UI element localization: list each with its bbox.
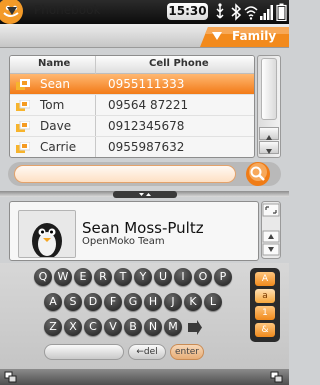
mode-symbols[interactable]: & (255, 323, 275, 337)
contact-cell-phone: 09564 87221 (108, 98, 189, 112)
enter-key[interactable]: enter (170, 344, 204, 360)
contact-list: Name Cell Phone Sean 0955111333 Tom 0956… (9, 55, 255, 158)
pane-resize-handle[interactable] (113, 190, 177, 199)
bluetooth-icon (231, 3, 242, 21)
key[interactable]: Q (34, 268, 52, 286)
key[interactable]: K (184, 293, 202, 311)
contact-cell-phone: 0955111333 (108, 77, 185, 91)
delete-key[interactable]: ←del (128, 344, 166, 360)
key[interactable]: N (144, 318, 162, 336)
next-arrow-icon[interactable] (186, 319, 204, 336)
clock: 15:30 (167, 3, 208, 20)
key[interactable]: Y (134, 268, 152, 286)
list-item[interactable]: Carrie 0955987632 (10, 137, 254, 157)
key[interactable]: J (164, 293, 182, 311)
column-header-cell-phone[interactable]: Cell Phone (149, 58, 209, 69)
contact-name: Tom (40, 98, 65, 112)
key[interactable]: C (84, 318, 102, 336)
scroll-up-button[interactable] (259, 127, 279, 140)
mode-numeric[interactable]: 1 (255, 306, 275, 320)
usb-icon (216, 3, 224, 19)
contact-cell-phone: 0912345678 (108, 119, 185, 133)
key[interactable]: R (94, 268, 112, 286)
key[interactable]: L (204, 293, 222, 311)
contact-name: Carrie (40, 140, 77, 154)
contact-name: Dave (40, 119, 72, 133)
search-button[interactable] (244, 161, 272, 187)
mode-lowercase[interactable]: a (255, 289, 275, 303)
key[interactable]: P (214, 268, 232, 286)
key[interactable]: T (114, 268, 132, 286)
list-header: Name Cell Phone (10, 56, 254, 74)
window-switch-icon[interactable] (4, 371, 18, 383)
contact-card-icon (16, 79, 30, 90)
contact-card-icon (16, 100, 30, 111)
key[interactable]: B (124, 318, 142, 336)
space-key[interactable] (44, 344, 124, 360)
column-header-name[interactable]: Name (38, 58, 70, 69)
contact-organization: OpenMoko Team (82, 236, 165, 247)
key[interactable]: X (64, 318, 82, 336)
key[interactable]: D (84, 293, 102, 311)
search-input[interactable] (14, 165, 236, 183)
list-scrollbar[interactable] (257, 55, 281, 158)
list-item[interactable]: Dave 0912345678 (10, 116, 254, 137)
key[interactable]: H (144, 293, 162, 311)
key[interactable]: W (54, 268, 72, 286)
contact-cell-phone: 0955987632 (108, 140, 185, 154)
contact-full-name: Sean Moss-Pultz (82, 219, 204, 237)
wifi-icon (244, 6, 258, 20)
page-title: Phonebook (34, 3, 101, 17)
arrow-down-icon (266, 149, 272, 154)
key[interactable]: M (164, 318, 182, 336)
contact-name: Sean (40, 77, 70, 91)
contact-card-icon (16, 142, 30, 153)
key[interactable]: E (74, 268, 92, 286)
detail-scrollbar[interactable] (261, 201, 281, 259)
signal-strength-icon (260, 5, 273, 20)
scroll-thumb[interactable] (261, 58, 277, 120)
menu-dropdown-icon[interactable] (6, 6, 18, 16)
key[interactable]: A (44, 293, 62, 311)
contact-card-icon (16, 121, 30, 132)
window-switch-icon[interactable] (270, 371, 284, 383)
bottom-bar (0, 369, 289, 385)
key[interactable]: F (104, 293, 122, 311)
mode-uppercase[interactable]: A (255, 272, 275, 286)
key[interactable]: G (124, 293, 142, 311)
battery-icon (276, 3, 287, 21)
key[interactable]: I (174, 268, 192, 286)
list-item[interactable]: Tom 09564 87221 (10, 95, 254, 116)
key[interactable]: V (104, 318, 122, 336)
key[interactable]: O (194, 268, 212, 286)
category-filter-label: Family (232, 29, 277, 43)
key[interactable]: Z (44, 318, 62, 336)
key[interactable]: U (154, 268, 172, 286)
list-item[interactable]: Sean 0955111333 (10, 74, 254, 95)
scroll-down-button[interactable] (259, 141, 279, 154)
avatar (18, 210, 76, 258)
key[interactable]: S (64, 293, 82, 311)
